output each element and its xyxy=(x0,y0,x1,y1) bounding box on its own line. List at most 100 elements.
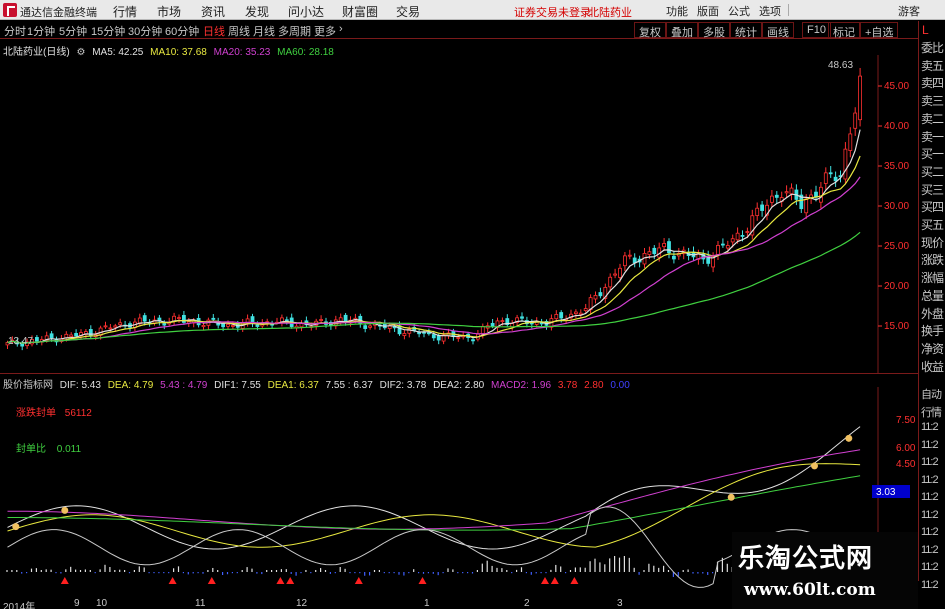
candle-body xyxy=(69,334,74,337)
buy-signal-icon[interactable] xyxy=(60,577,69,584)
candle-body xyxy=(828,172,833,175)
layout-button[interactable]: 版面 xyxy=(697,3,719,19)
candle-body xyxy=(632,257,637,264)
candle-body xyxy=(103,325,108,328)
candle-body xyxy=(716,245,720,256)
pane-divider[interactable] xyxy=(0,373,918,374)
menu-trade[interactable]: 交易 xyxy=(396,3,420,20)
login-notice[interactable]: 证券交易未登录 xyxy=(514,4,591,20)
tick-time-label: 11:2 xyxy=(921,456,939,468)
mark-button[interactable]: 标记 xyxy=(828,22,860,39)
hand-signal-icon[interactable] xyxy=(811,462,818,470)
options-button[interactable]: 选项 xyxy=(759,3,781,19)
candle-body xyxy=(554,314,559,320)
adjust-button[interactable]: 复权 xyxy=(634,22,666,39)
date-tick: 2014年 xyxy=(3,602,36,609)
candle-body xyxy=(760,204,764,211)
candle-body xyxy=(858,75,862,121)
candle-body xyxy=(471,339,475,342)
auto-quote-label[interactable]: 行情 xyxy=(921,404,942,420)
app-title: 通达信金融终端 xyxy=(20,7,97,19)
menu-assistant[interactable]: 问小达 xyxy=(288,3,324,20)
period-more[interactable]: 更多 xyxy=(314,23,336,39)
overlay-button[interactable]: 叠加 xyxy=(666,22,698,39)
period-15min[interactable]: 15分钟 xyxy=(91,23,125,39)
period-monthly[interactable]: 月线 xyxy=(253,23,275,39)
candle-body xyxy=(613,273,617,276)
stock-tag: 北陆药业 xyxy=(588,7,632,19)
candle-body xyxy=(804,198,809,214)
ma10-line xyxy=(7,155,861,344)
candle-body xyxy=(118,322,123,326)
menu-wealth[interactable]: 财富圈 xyxy=(342,3,378,20)
function-button[interactable]: 功能 xyxy=(666,3,688,19)
period-30min[interactable]: 30分钟 xyxy=(128,23,162,39)
menu-discover[interactable]: 发现 xyxy=(245,3,269,20)
multi-stock-button[interactable]: 多股 xyxy=(698,22,730,39)
candle-body xyxy=(667,241,671,254)
buy-signal-icon[interactable] xyxy=(354,577,363,584)
quote-row-label: 涨幅 xyxy=(921,271,944,286)
candle-body xyxy=(598,292,603,297)
period-60min[interactable]: 60分钟 xyxy=(165,23,199,39)
watermark: 乐淘公式网 www.60lt.com xyxy=(732,532,918,609)
candle-body xyxy=(520,316,524,319)
panel-toggle-label[interactable]: L xyxy=(922,23,929,37)
quote-row-label: 买二 xyxy=(921,164,944,179)
buy-signal-icon[interactable] xyxy=(168,577,177,584)
menu-market[interactable]: 市场 xyxy=(157,3,181,20)
quote-panel: L 委比 卖五 卖四 卖三 卖二 卖一 买一 买二 买三 买四 买五 现价 涨跌 涨幅 总量 外盘 换手 净资 收益… xyxy=(918,21,945,591)
more-chevron-icon[interactable]: › xyxy=(339,23,343,35)
quote-row-label: 买一 xyxy=(921,147,944,162)
current-value-label: 3.03 xyxy=(876,487,896,498)
draw-line-button[interactable]: 画线 xyxy=(762,22,794,39)
buy-signal-icon[interactable] xyxy=(541,577,549,584)
menu-news[interactable]: 资讯 xyxy=(201,3,225,20)
candle-body xyxy=(848,133,853,151)
formula-button[interactable]: 公式 xyxy=(728,3,750,19)
menu-quotes[interactable]: 行情 xyxy=(113,3,137,20)
period-multi[interactable]: 多周期 xyxy=(278,23,311,39)
candle-body xyxy=(436,335,441,341)
candle-body xyxy=(142,315,147,322)
buy-signal-icon[interactable] xyxy=(276,577,285,584)
guest-button[interactable]: 游客 xyxy=(898,3,920,19)
sub-tick-3: 4.50 xyxy=(896,459,916,470)
period-tick[interactable]: 分时 xyxy=(4,23,26,39)
period-5min[interactable]: 5分钟 xyxy=(59,23,87,39)
buy-signal-icon[interactable] xyxy=(570,577,579,584)
candlestick-chart[interactable]: 45.00 40.00 35.00 30.00 25.00 20.00 15.00 48.6… xyxy=(0,55,918,373)
hand-signal-icon[interactable] xyxy=(727,493,735,501)
f10-button[interactable]: F10 xyxy=(802,22,831,38)
period-daily[interactable]: 日线 xyxy=(203,23,225,39)
period-weekly[interactable]: 周线 xyxy=(228,23,250,39)
candle-body xyxy=(490,322,495,327)
hand-signal-icon[interactable] xyxy=(12,523,20,531)
buy-signal-icon[interactable] xyxy=(418,577,427,584)
hand-signal-icon[interactable] xyxy=(61,506,69,514)
candle-body xyxy=(725,245,730,249)
quote-row-label: 卖二 xyxy=(921,111,944,126)
candle-body xyxy=(623,255,627,267)
stats-button[interactable]: 统计 xyxy=(730,22,762,39)
candle-body xyxy=(500,320,505,323)
auto-quote-label[interactable]: 自动 xyxy=(921,386,942,402)
candle-body xyxy=(426,332,431,335)
candle-body xyxy=(853,112,858,129)
period-1min[interactable]: 1分钟 xyxy=(27,23,55,39)
tick-time-label: 11:2 xyxy=(921,578,939,591)
candle-body xyxy=(578,312,583,315)
buy-signal-icon[interactable] xyxy=(286,577,295,584)
quote-row-label: 净资 xyxy=(921,341,944,356)
quote-row-label: 现价 xyxy=(921,235,944,250)
candle-body xyxy=(843,148,848,180)
sub-tick-1: 7.50 xyxy=(896,415,916,426)
hand-signal-icon[interactable] xyxy=(845,434,853,442)
buy-signal-icon[interactable] xyxy=(207,577,216,584)
period-toolbar: 分时 1分钟 5分钟 15分钟 30分钟 60分钟 日线 周线 月线 多周期 更… xyxy=(0,21,945,39)
tick-time-label: 11:2 xyxy=(921,508,939,521)
candle-body xyxy=(819,186,823,203)
candle-body xyxy=(162,323,167,326)
buy-signal-icon[interactable] xyxy=(550,577,559,584)
add-watchlist-button[interactable]: +自选 xyxy=(860,22,899,39)
